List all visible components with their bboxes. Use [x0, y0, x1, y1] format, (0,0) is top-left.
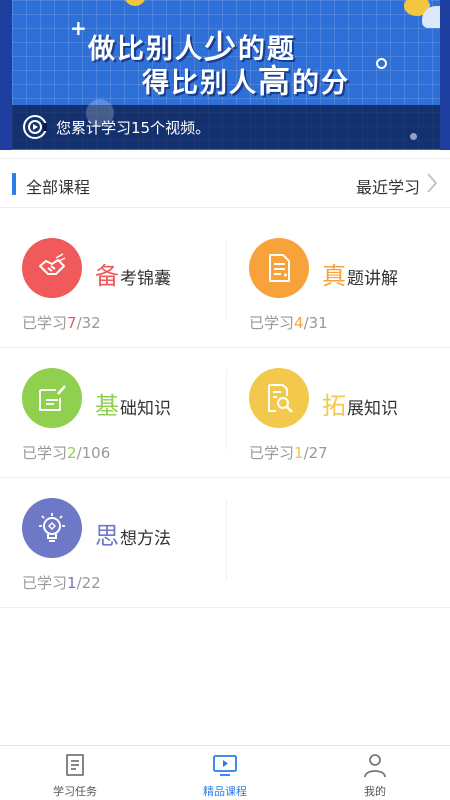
course-title: 基础知识: [95, 392, 171, 420]
course-title: 真题讲解: [322, 262, 398, 290]
course-row: 思想方法 已学习1/22: [0, 478, 450, 608]
nav-label: 我的: [364, 785, 386, 798]
course-progress: 已学习2/106: [22, 444, 111, 462]
course-card-sixiang[interactable]: 思想方法 已学习1/22: [0, 478, 226, 608]
course-progress: 已学习1/22: [22, 574, 101, 592]
banner[interactable]: + 做比别人少的题 得比别人高的分 您累计学习15个视频。: [0, 0, 450, 150]
circle-decoration: [376, 58, 387, 69]
course-icon-bg: [249, 368, 309, 428]
edit-icon: [39, 385, 66, 411]
course-title: 备考锦囊: [95, 262, 171, 290]
course-progress: 已学习1/27: [249, 444, 328, 462]
section-header: 全部课程 最近学习: [0, 158, 450, 208]
course-card-jichu[interactable]: 基础知识 已学习2/106: [0, 348, 226, 478]
course-row: 基础知识 已学习2/106 拓展知识 已学习1/27: [0, 348, 450, 478]
section-accent-bar: [12, 173, 16, 195]
column-divider: [226, 500, 227, 580]
course-progress: 已学习4/31: [249, 314, 328, 332]
bottom-nav: 学习任务 精品课程 我的: [0, 745, 450, 800]
nav-tab-study-tasks[interactable]: 学习任务: [0, 746, 150, 800]
course-row: 备考锦囊 已学习7/32 真题讲解 已学习4/31: [0, 218, 450, 348]
play-history-icon: [23, 115, 47, 139]
course-progress: 已学习7/32: [22, 314, 101, 332]
banner-slogan-line2: 得比别人高的分: [142, 62, 351, 100]
study-count-text: 您累计学习15个视频。: [56, 119, 211, 137]
course-card-beikao[interactable]: 备考锦囊 已学习7/32: [0, 218, 226, 348]
chevron-right-icon[interactable]: [424, 172, 440, 194]
video-icon: [213, 755, 237, 776]
course-title: 拓展知识: [322, 392, 398, 420]
lightbulb-icon: [39, 513, 65, 542]
section-title: 全部课程: [26, 178, 91, 197]
task-icon: [66, 754, 84, 776]
course-icon-bg: [22, 368, 82, 428]
banner-caption: 您累计学习15个视频。: [12, 99, 440, 149]
search-document-icon: [268, 384, 293, 413]
nav-label: 学习任务: [53, 785, 97, 798]
course-card-zhenti[interactable]: 真题讲解 已学习4/31: [227, 218, 450, 348]
nav-tab-courses[interactable]: 精品课程: [150, 746, 300, 800]
course-card-tuozhan[interactable]: 拓展知识 已学习1/27: [227, 348, 450, 478]
handshake-icon: [39, 253, 66, 275]
user-icon: [364, 754, 386, 778]
recent-study-link[interactable]: 最近学习: [356, 174, 420, 198]
nav-tab-profile[interactable]: 我的: [300, 746, 450, 800]
sun-decoration: [124, 0, 146, 6]
nav-label: 精品课程: [203, 785, 247, 798]
document-icon: [269, 254, 290, 282]
plus-decoration: +: [70, 16, 87, 40]
course-icon-bg: [22, 238, 82, 298]
course-icon-bg: [249, 238, 309, 298]
course-title: 思想方法: [95, 522, 171, 550]
carousel-dot[interactable]: [410, 133, 417, 140]
course-icon-bg: [22, 498, 82, 558]
